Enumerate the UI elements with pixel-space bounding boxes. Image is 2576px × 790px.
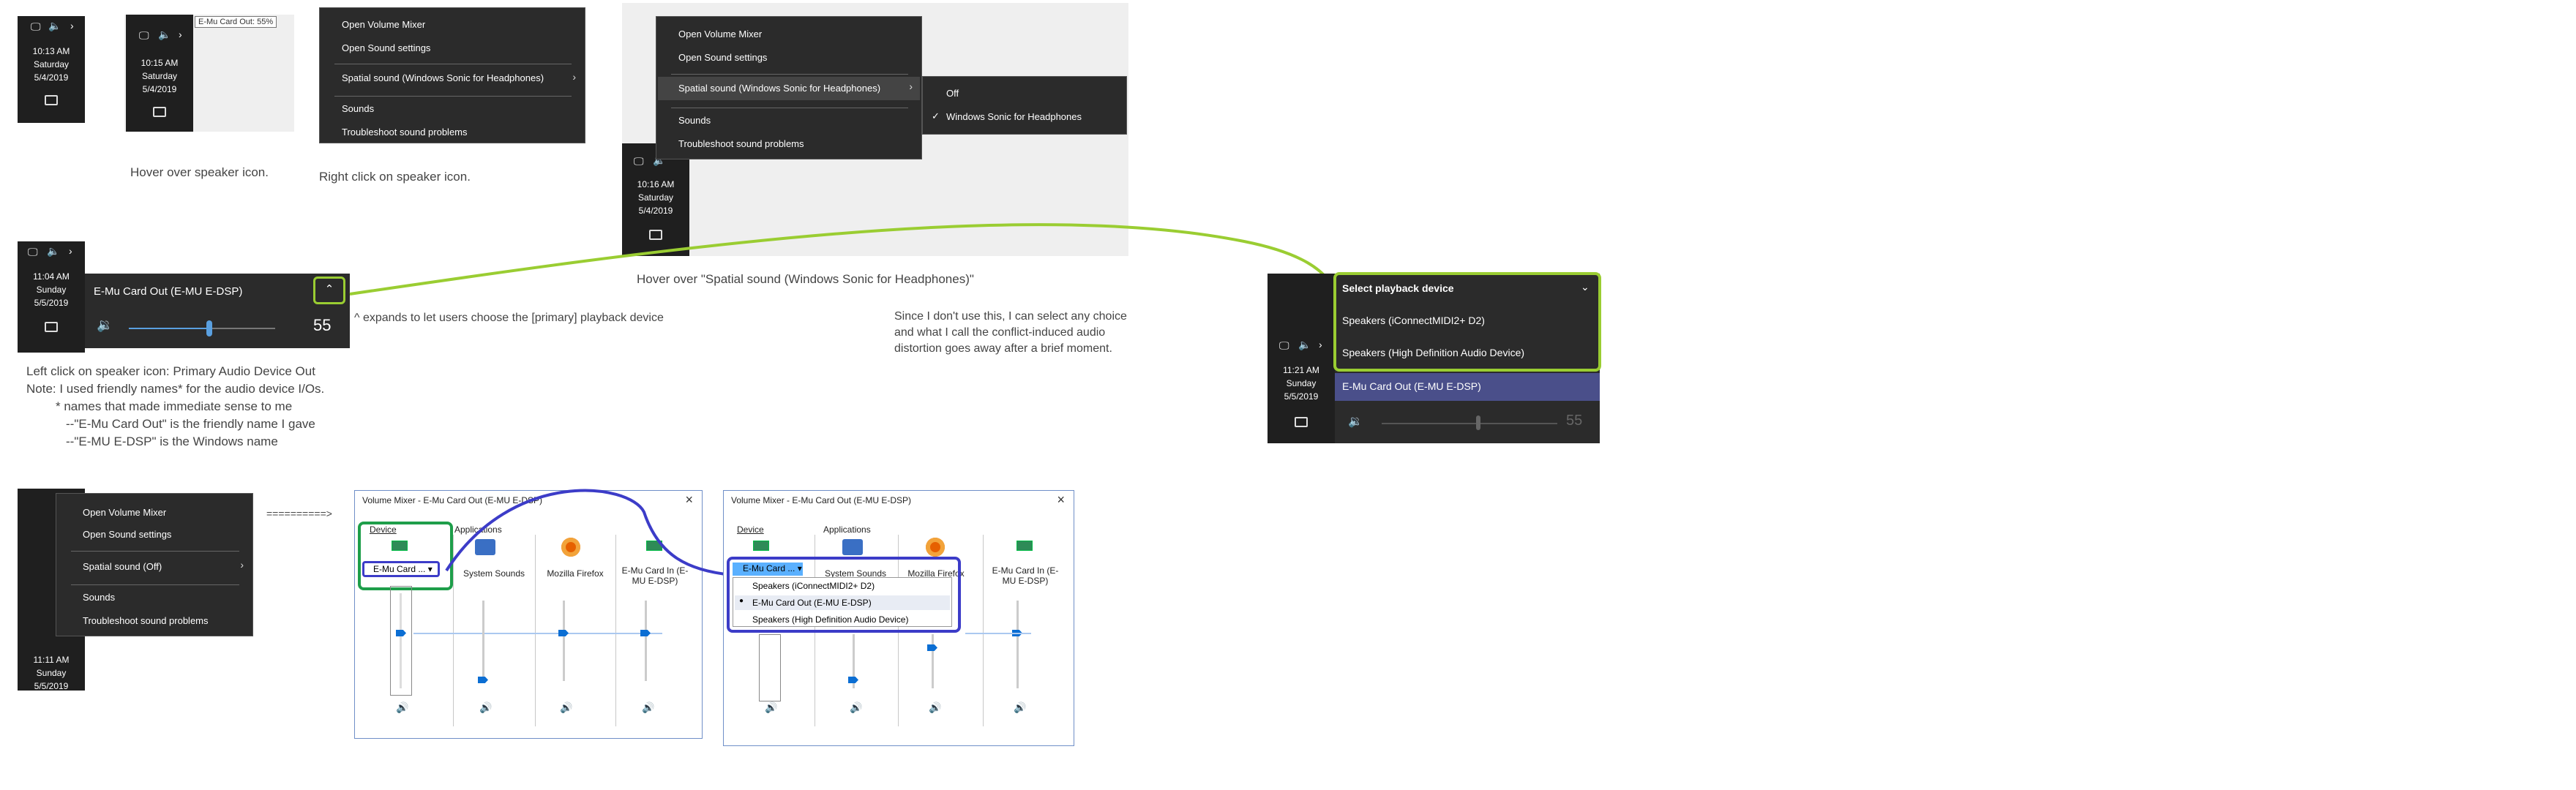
slider-thumb[interactable]	[927, 644, 937, 651]
slider-thumb[interactable]	[848, 677, 858, 683]
device-label: Device	[737, 524, 764, 535]
mute-speaker-icon[interactable]: 🔊	[929, 701, 941, 714]
volume-mixer-window-dropdown: Volume Mixer - E-Mu Card Out (E-MU E-DSP…	[723, 490, 1074, 746]
dropdown-highlight-outline	[727, 557, 961, 633]
mute-speaker-icon[interactable]: 🔊	[1014, 701, 1026, 714]
slider-track	[932, 634, 934, 688]
applications-label: Applications	[823, 524, 871, 535]
column-separator	[983, 535, 984, 726]
device-icon	[1016, 541, 1033, 551]
window-title: Volume Mixer - E-Mu Card Out (E-MU E-DSP…	[731, 495, 912, 505]
device-slider-frame	[759, 634, 781, 701]
slider-track	[1016, 601, 1019, 688]
close-icon[interactable]: ×	[1057, 492, 1065, 508]
firefox-icon	[926, 538, 945, 557]
channel-label: E-Mu Card In (E-MU E-DSP)	[992, 565, 1059, 586]
balance-line	[965, 633, 1031, 634]
connector-arrow-blue	[445, 489, 736, 582]
mute-speaker-icon[interactable]: 🔊	[850, 701, 862, 714]
mute-speaker-icon[interactable]: 🔊	[765, 701, 777, 714]
system-sounds-icon	[842, 539, 863, 555]
device-icon	[753, 541, 769, 551]
